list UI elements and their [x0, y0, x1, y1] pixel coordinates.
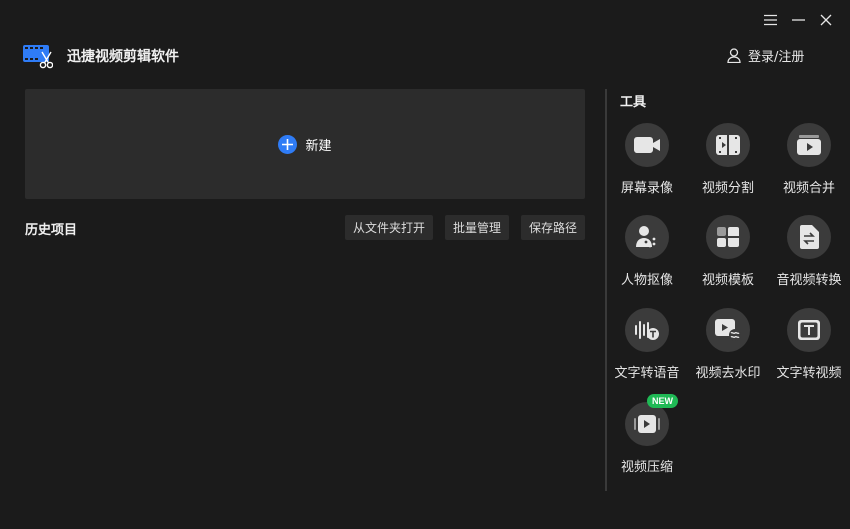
- tool-label: 文字转视频: [776, 366, 842, 381]
- text-to-video-icon: [787, 308, 831, 352]
- tool-label: 人物抠像: [620, 273, 673, 288]
- template-icon: [706, 215, 750, 259]
- video-compress-icon: NEW: [625, 394, 678, 446]
- tool-label: 视频去水印: [695, 366, 761, 381]
- new-badge: NEW: [647, 394, 678, 408]
- new-project-label: 新建: [305, 138, 332, 154]
- window-controls: [762, 12, 834, 28]
- close-icon[interactable]: [818, 12, 834, 28]
- history-title: 历史项目: [25, 223, 78, 238]
- tool-video-merge[interactable]: 视频合并: [767, 123, 850, 196]
- film-split-icon: [706, 123, 750, 167]
- save-path-button[interactable]: 保存路径: [520, 215, 585, 240]
- tool-label: 视频合并: [782, 181, 835, 196]
- person-cutout-icon: [625, 215, 669, 259]
- login-button[interactable]: 登录/注册: [727, 46, 804, 65]
- batch-manage-button[interactable]: 批量管理: [444, 215, 509, 240]
- minimize-icon[interactable]: [790, 12, 806, 28]
- camera-icon: [625, 123, 669, 167]
- app-name: 迅捷视频剪辑软件: [67, 49, 179, 65]
- tool-video-template[interactable]: 视频模板: [686, 215, 770, 288]
- tool-video-split[interactable]: 视频分割: [686, 123, 770, 196]
- tool-label: 音视频转换: [776, 273, 842, 288]
- text-to-speech-icon: [625, 308, 669, 352]
- user-icon: [727, 48, 741, 63]
- new-project-button[interactable]: 新建: [25, 89, 585, 199]
- tool-label: 视频模板: [701, 273, 754, 288]
- tool-text-to-video[interactable]: 文字转视频: [767, 308, 850, 381]
- video-merge-icon: [787, 123, 831, 167]
- tool-av-convert[interactable]: 音视频转换: [767, 215, 850, 288]
- tool-screen-record[interactable]: 屏幕录像: [605, 123, 689, 196]
- video-scissors-logo-icon: [23, 45, 53, 69]
- tool-label: 视频分割: [701, 181, 754, 196]
- watermark-remove-icon: [706, 308, 750, 352]
- plus-icon: [278, 134, 298, 154]
- tool-label: 文字转语音: [614, 366, 680, 381]
- app-brand: 迅捷视频剪辑软件: [23, 43, 179, 69]
- convert-icon: [787, 215, 831, 259]
- history-actions: 从文件夹打开 批量管理 保存路径: [344, 215, 585, 240]
- tool-person-cutout[interactable]: 人物抠像: [605, 215, 689, 288]
- login-label: 登录/注册: [748, 50, 805, 65]
- tool-remove-watermark[interactable]: 视频去水印: [686, 308, 770, 381]
- tool-label: 屏幕录像: [620, 181, 673, 196]
- tools-title: 工具: [620, 95, 647, 110]
- tool-text-to-speech[interactable]: 文字转语音: [605, 308, 689, 381]
- tool-label: 视频压缩: [620, 460, 673, 475]
- tool-video-compress[interactable]: NEW 视频压缩: [605, 394, 689, 475]
- menu-icon[interactable]: [762, 12, 778, 28]
- open-from-folder-button[interactable]: 从文件夹打开: [344, 215, 433, 240]
